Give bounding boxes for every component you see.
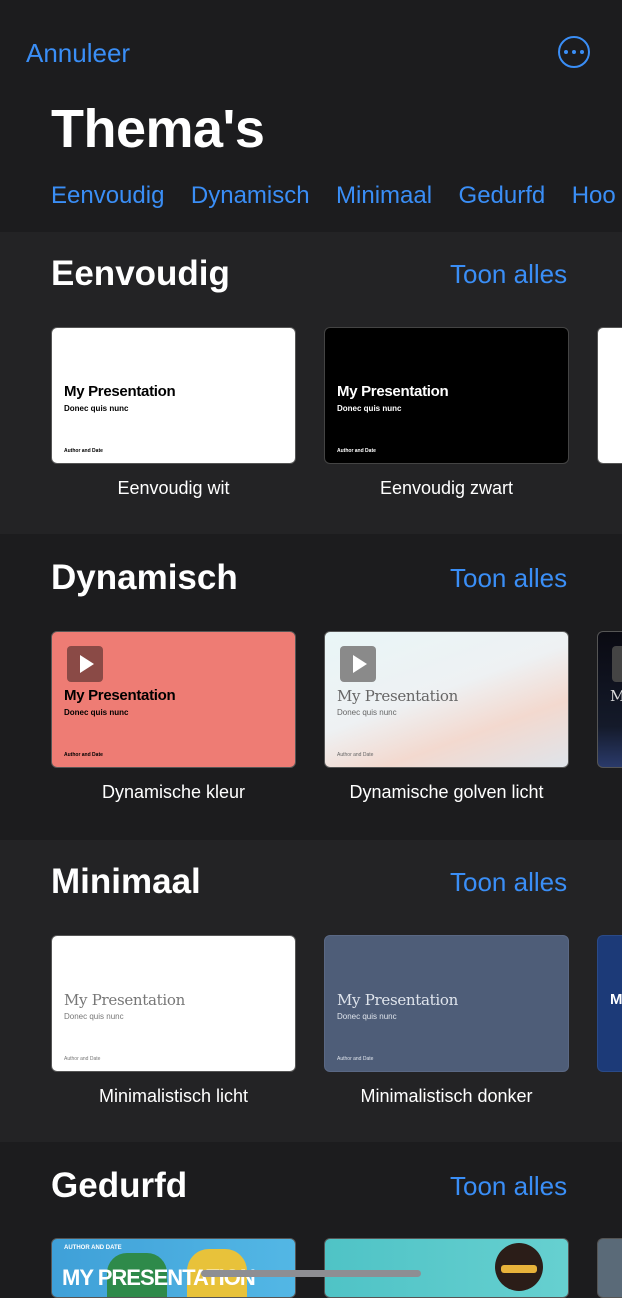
slide-title: My Presentation — [64, 991, 185, 1009]
more-dot — [572, 50, 576, 54]
show-all-button[interactable]: Toon alles — [450, 867, 567, 898]
slide-footer: Author and Date — [64, 752, 103, 758]
slide-title: My Presentation — [64, 687, 176, 704]
section-dynamisch: Dynamisch Toon alles My Presentation Don… — [0, 536, 622, 838]
section-title: Minimaal — [51, 862, 201, 901]
slide-footer: AUTHOR AND DATE — [64, 1245, 122, 1251]
page-title: Thema's — [51, 99, 265, 159]
theme-card-dynamische-golven-licht[interactable]: My Presentation Donec quis nunc Author a… — [324, 631, 569, 768]
slide-title: My Presentation — [337, 687, 458, 705]
top-bar: Annuleer — [0, 0, 622, 85]
sunglasses-icon — [501, 1265, 537, 1273]
section-title: Dynamisch — [51, 558, 238, 597]
section-eenvoudig: Eenvoudig Toon alles My Presentation Don… — [0, 232, 622, 534]
slide-subtitle: Donec quis nunc — [337, 404, 402, 413]
slide-subtitle: Donec quis nunc — [64, 404, 129, 413]
tab-dynamisch[interactable]: Dynamisch — [191, 182, 310, 210]
slide-subtitle: Donec quis nunc — [64, 708, 129, 717]
theme-card-minimalistisch-donker[interactable]: My Presentation Donec quis nunc Author a… — [324, 935, 569, 1072]
theme-card-minimalistisch-licht[interactable]: My Presentation Donec quis nunc Author a… — [51, 935, 296, 1072]
slide-title: My Presentation — [337, 991, 458, 1009]
section-minimaal: Minimaal Toon alles My Presentation Done… — [0, 840, 622, 1142]
theme-card-partial[interactable] — [597, 327, 622, 464]
slide-footer: Author and Date — [337, 752, 374, 758]
show-all-button[interactable]: Toon alles — [450, 563, 567, 594]
tab-gedurfd[interactable]: Gedurfd — [459, 182, 546, 210]
theme-name: Minimalistisch licht — [98, 1086, 249, 1106]
theme-name: Eenvoudig wit — [117, 478, 230, 498]
play-icon — [340, 646, 376, 682]
ellipsis-circle-icon[interactable] — [558, 36, 590, 68]
slide-footer: Author and Date — [64, 1056, 101, 1062]
cancel-button[interactable]: Annuleer — [26, 38, 130, 69]
theme-card-gedurfd-1[interactable]: AUTHOR AND DATE MY PRESENTATION — [51, 1238, 296, 1298]
slide-title: My Presentation — [64, 383, 176, 400]
play-icon — [612, 646, 622, 682]
slide-title: My Presentation — [337, 383, 449, 400]
theme-card-gedurfd-2[interactable] — [324, 1238, 569, 1298]
more-dot — [580, 50, 584, 54]
theme-name: Minimalistisch donker — [360, 1086, 533, 1106]
tab-hoo[interactable]: Hoo — [572, 182, 616, 210]
slide-subtitle: Donec quis nunc — [337, 1012, 397, 1021]
slide-footer: Author and Date — [337, 448, 376, 454]
theme-card-eenvoudig-wit[interactable]: My Presentation Donec quis nunc Author a… — [51, 327, 296, 464]
theme-name: Eenvoudig zwart — [379, 478, 514, 498]
section-title: Gedurfd — [51, 1166, 188, 1205]
theme-name: Dynamische golven licht — [349, 782, 544, 802]
slide-subtitle: Donec quis nunc — [64, 1012, 124, 1021]
slide-title: M — [610, 687, 622, 705]
tab-minimaal[interactable]: Minimaal — [336, 182, 432, 210]
more-dot — [564, 50, 568, 54]
show-all-button[interactable]: Toon alles — [450, 1171, 567, 1202]
slide-footer: Author and Date — [64, 448, 103, 454]
play-icon — [67, 646, 103, 682]
category-tabs: Eenvoudig Dynamisch Minimaal Gedurfd Hoo — [51, 182, 622, 210]
theme-card-partial[interactable] — [597, 1238, 622, 1298]
theme-name: Dynamische kleur — [101, 782, 246, 802]
slide-title: M — [610, 991, 622, 1008]
slide-footer: Author and Date — [337, 1056, 374, 1062]
slide-subtitle: Donec quis nunc — [337, 708, 397, 717]
theme-card-partial[interactable]: M — [597, 935, 622, 1072]
theme-card-dynamische-kleur[interactable]: My Presentation Donec quis nunc Author a… — [51, 631, 296, 768]
slide-title: MY PRESENTATION — [62, 1265, 256, 1290]
show-all-button[interactable]: Toon alles — [450, 259, 567, 290]
home-indicator[interactable] — [201, 1270, 421, 1277]
section-title: Eenvoudig — [51, 254, 230, 293]
tab-eenvoudig[interactable]: Eenvoudig — [51, 182, 164, 210]
theme-card-eenvoudig-zwart[interactable]: My Presentation Donec quis nunc Author a… — [324, 327, 569, 464]
theme-card-partial[interactable]: M — [597, 631, 622, 768]
